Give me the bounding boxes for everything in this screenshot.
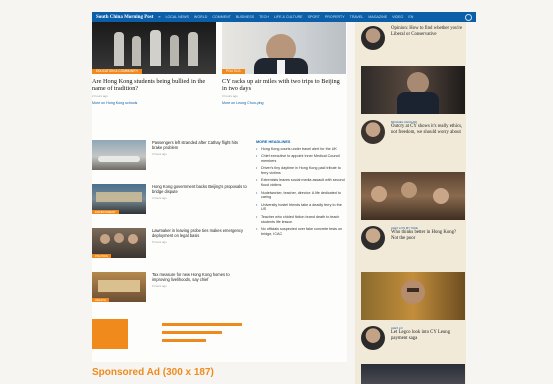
nav-item-edition[interactable]: EN xyxy=(408,15,413,19)
story-text[interactable]: Lawmaker in leaving probe ties makes eme… xyxy=(152,228,247,238)
avatar xyxy=(361,26,385,50)
ad-bar xyxy=(162,331,222,334)
ad-block xyxy=(92,319,128,349)
nav-menu-icon[interactable]: ≡ xyxy=(158,15,160,19)
story-text[interactable]: Hong Kong government backs Beijing's pro… xyxy=(152,184,247,194)
featured-story-1-meta: 2 hours ago xyxy=(92,94,108,99)
story-thumbnail[interactable]: ENVIRONMENT xyxy=(92,184,146,214)
sidebar-column-headline[interactable]: Opinion: How to find whether you're Libe… xyxy=(391,26,463,37)
story-thumbnail[interactable]: POLITICS xyxy=(92,228,146,258)
featured-story-2-tag: POLITICS xyxy=(222,69,245,74)
list-item[interactable]: ENVIRONMENT Hong Kong government backs B… xyxy=(92,184,247,220)
more-headlines-heading: MORE HEADLINES xyxy=(256,140,291,144)
sidebar-column-item[interactable]: ALEX LO Let Legco look into CY Leung pay… xyxy=(361,326,465,362)
site-logo[interactable]: South China Morning Post xyxy=(96,15,153,20)
sidebar-column-headline[interactable]: Who thinks better in Hong Kong? Not the … xyxy=(391,230,463,241)
list-item[interactable]: HEALTH Tax measure for new Hong Kong hom… xyxy=(92,272,247,308)
headline-item[interactable]: Teacher who chided fiction brand death t… xyxy=(256,215,346,225)
nav-item-world[interactable]: WORLD xyxy=(194,15,207,19)
story-text[interactable]: Passengers left stranded after Cathay fl… xyxy=(152,140,247,150)
avatar xyxy=(361,120,385,144)
story-meta: 6 hours ago xyxy=(152,284,167,288)
top-nav-bar: South China Morning Post ≡ LOCAL NEWS WO… xyxy=(92,12,476,22)
headline-item[interactable]: Driver's tiny daytime in Hong Kong paid … xyxy=(256,166,346,176)
sponsored-ad-placeholder[interactable] xyxy=(92,319,242,349)
featured-story-2-more-link[interactable]: More on Leung Chun-ying xyxy=(222,101,346,105)
nav-item-video[interactable]: VIDEO xyxy=(392,15,403,19)
featured-story-1-image[interactable]: EDUCATION & COMMUNITY xyxy=(92,22,216,74)
featured-story-1-more-link[interactable]: More on Hong Kong schools xyxy=(92,101,216,105)
story-meta: 5 hours ago xyxy=(152,240,167,244)
featured-story-2-image[interactable]: POLITICS xyxy=(222,22,346,74)
sidebar-image[interactable] xyxy=(361,66,465,114)
nav-item-magazine[interactable]: MAGAZINE xyxy=(368,15,387,19)
featured-story-2-headline[interactable]: CY racks up air miles with two trips to … xyxy=(222,78,346,92)
featured-story-2-meta: 3 hours ago xyxy=(222,94,238,99)
sidebar-column-item[interactable]: ALEX LO'S MY TAKE Who thinks better in H… xyxy=(361,226,465,266)
search-icon[interactable] xyxy=(465,13,472,21)
headline-item[interactable]: Hong Kong courts under travel alert for … xyxy=(256,147,346,152)
list-item[interactable]: POLITICS Lawmaker in leaving probe ties … xyxy=(92,228,247,264)
story-list: Passengers left stranded after Cathay fl… xyxy=(92,140,247,316)
avatar xyxy=(361,226,385,250)
nav-item-life-culture[interactable]: LIFE & CULTURE xyxy=(274,15,303,19)
sidebar-column-headline[interactable]: Outcry at CY shows it's really ethics, n… xyxy=(391,124,463,135)
nav-item-travel[interactable]: TRAVEL xyxy=(350,15,364,19)
nav-item-sport[interactable]: SPORT xyxy=(308,15,320,19)
featured-story-1-headline[interactable]: Are Hong Kong students being bullied in … xyxy=(92,78,216,92)
story-meta: 3 hours ago xyxy=(152,152,167,156)
story-thumbnail[interactable]: HEALTH xyxy=(92,272,146,302)
story-thumbnail[interactable] xyxy=(92,140,146,170)
headline-item[interactable]: University hostel friends take a deadly … xyxy=(256,203,346,213)
story-tag: HEALTH xyxy=(92,298,109,302)
avatar xyxy=(361,326,385,350)
story-tag: POLITICS xyxy=(92,254,111,258)
sidebar-column-item[interactable]: Opinion: How to find whether you're Libe… xyxy=(361,26,465,60)
featured-story-2[interactable]: POLITICS CY racks up air miles with two … xyxy=(222,22,346,105)
featured-story-1-tag: EDUCATION & COMMUNITY xyxy=(92,69,143,74)
sidebar-column-headline[interactable]: Let Legco look into CY Leung payment sag… xyxy=(391,330,463,341)
sidebar-opinion: Opinion: How to find whether you're Libe… xyxy=(355,22,466,384)
headline-item[interactable]: Nudelworker, teacher, director: A life d… xyxy=(256,191,346,201)
sponsored-ad-label: Sponsored Ad (300 x 187) xyxy=(92,367,214,378)
nav-item-business[interactable]: BUSINESS xyxy=(236,15,254,19)
list-item[interactable]: Passengers left stranded after Cathay fl… xyxy=(92,140,247,176)
ad-bar xyxy=(162,339,206,342)
sidebar-column-item[interactable]: MICHAEL CHUGANI Outcry at CY shows it's … xyxy=(361,120,465,166)
headline-item[interactable]: Chief executive to appoint Inner Medical… xyxy=(256,154,346,164)
ad-bar xyxy=(162,323,242,326)
headline-item[interactable]: No officials suspected over fake concret… xyxy=(256,227,346,237)
headline-item[interactable]: Extremists leaves social media assault w… xyxy=(256,178,346,188)
story-text[interactable]: Tax measure for new Hong Kong homes to i… xyxy=(152,272,247,282)
sidebar-image[interactable] xyxy=(361,364,465,384)
story-meta: 4 hours ago xyxy=(152,196,167,200)
nav-item-tech[interactable]: TECH xyxy=(259,15,269,19)
nav-item-local-news[interactable]: LOCAL NEWS xyxy=(165,15,188,19)
nav-item-comment[interactable]: COMMENT xyxy=(212,15,231,19)
featured-story-1[interactable]: EDUCATION & COMMUNITY Are Hong Kong stud… xyxy=(92,22,216,105)
main-column: EDUCATION & COMMUNITY Are Hong Kong stud… xyxy=(92,22,347,362)
more-headlines: MORE HEADLINES Hong Kong courts under tr… xyxy=(256,140,346,239)
sidebar-image[interactable] xyxy=(361,272,465,320)
nav-item-property[interactable]: PROPERTY xyxy=(325,15,345,19)
sidebar-image[interactable] xyxy=(361,172,465,220)
page: South China Morning Post ≡ LOCAL NEWS WO… xyxy=(0,0,553,384)
story-tag: ENVIRONMENT xyxy=(92,210,119,214)
